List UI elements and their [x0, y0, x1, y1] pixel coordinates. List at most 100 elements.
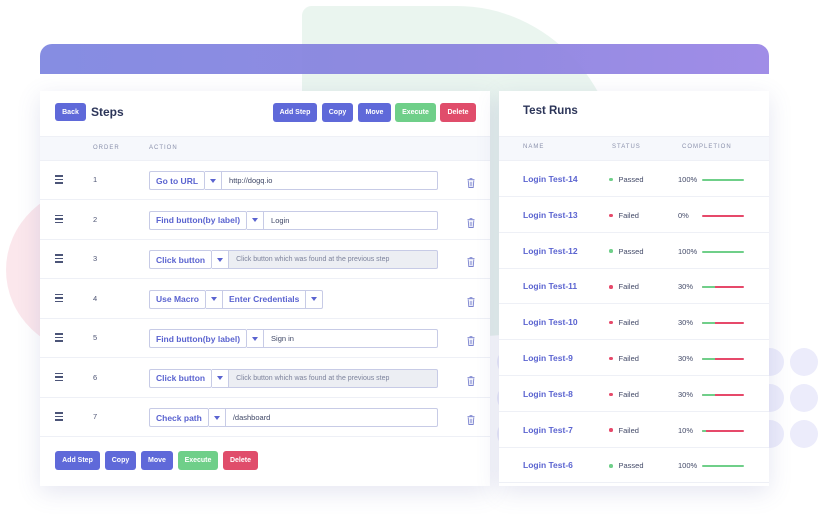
status-label: Passed — [618, 246, 644, 256]
step-order: 5 — [93, 333, 98, 342]
completion-percent: 30% — [678, 354, 694, 363]
run-name-link[interactable]: Login Test-13 — [523, 210, 578, 220]
trash-icon[interactable] — [467, 333, 475, 346]
step-value-input: Click button which was found at the prev… — [229, 250, 439, 269]
status-label: Failed — [618, 389, 639, 399]
completion-bar-fill — [702, 393, 715, 396]
caret-down-icon[interactable] — [206, 289, 223, 309]
completion-bar — [702, 429, 744, 432]
action-select[interactable]: Click button — [149, 368, 213, 388]
run-name-link[interactable]: Login Test-7 — [523, 425, 573, 435]
run-row: Login Test-8 Failed 30% — [499, 376, 769, 412]
caret-down-icon[interactable] — [247, 329, 265, 348]
caret-down-icon[interactable] — [247, 210, 265, 230]
run-status: Failed — [609, 354, 639, 363]
add-step-button[interactable]: Add Step — [273, 103, 317, 122]
action-select[interactable]: Click button — [149, 250, 213, 269]
completion-bar-fill — [702, 465, 744, 468]
caret-down-icon[interactable] — [208, 408, 226, 427]
drag-handle-icon[interactable] — [55, 214, 63, 224]
caret-down-icon[interactable] — [212, 250, 230, 269]
test-runs-panel: Test Runs NAME STATUS COMPLETION Login T… — [499, 91, 769, 486]
run-name-link[interactable]: Login Test-11 — [523, 281, 577, 291]
completion-bar — [702, 214, 744, 217]
status-label: Passed — [618, 175, 644, 184]
caret-down-icon[interactable] — [205, 171, 223, 190]
step-value-input[interactable]: Login — [264, 210, 439, 230]
trash-icon[interactable] — [467, 294, 475, 307]
run-status: Passed — [609, 461, 644, 470]
name-column-header: NAME — [523, 144, 545, 150]
step-row: 2 Find button(by label) Login — [40, 201, 490, 240]
step-value-input[interactable]: http://dogq.io — [222, 171, 439, 190]
step-value-input[interactable]: Sign in — [264, 329, 439, 348]
drag-handle-icon[interactable] — [55, 412, 63, 421]
action-select[interactable]: Find button(by label) — [149, 210, 248, 230]
run-name-link[interactable]: Login Test-14 — [523, 174, 578, 184]
caret-down-icon[interactable] — [306, 289, 324, 309]
step-action: Click button Click button which was found… — [149, 250, 439, 269]
add-step-button-bottom[interactable]: Add Step — [55, 451, 100, 470]
execute-button[interactable]: Execute — [395, 103, 436, 122]
copy-button[interactable]: Copy — [322, 103, 353, 122]
status-dot — [609, 428, 613, 432]
action-select[interactable]: Go to URL — [149, 171, 206, 190]
step-order: 7 — [93, 412, 98, 421]
order-column-header: ORDER — [93, 145, 120, 151]
run-name-link[interactable]: Login Test-6 — [523, 460, 573, 470]
run-name-link[interactable]: Login Test-8 — [523, 389, 573, 399]
completion-bar-fill — [702, 358, 715, 360]
status-label: Failed — [618, 318, 639, 328]
status-dot — [609, 213, 613, 218]
copy-button-bottom[interactable]: Copy — [105, 451, 136, 470]
step-row: 3 Click button Click button which was foun… — [40, 240, 490, 279]
drag-handle-icon[interactable] — [55, 293, 63, 303]
trash-icon[interactable] — [467, 215, 475, 228]
move-button[interactable]: Move — [358, 103, 391, 122]
action-select[interactable]: Use Macro — [149, 289, 206, 309]
run-status: Passed — [609, 247, 644, 256]
run-row: Login Test-7 Failed 10% — [499, 412, 769, 448]
trash-icon[interactable] — [467, 373, 475, 386]
status-dot — [609, 392, 613, 397]
status-label: Failed — [618, 282, 639, 292]
step-order: 3 — [93, 254, 98, 263]
trash-icon[interactable] — [467, 412, 475, 425]
drag-handle-icon[interactable] — [55, 372, 63, 382]
status-dot — [609, 320, 613, 325]
step-order: 2 — [93, 214, 98, 224]
trash-icon[interactable] — [467, 175, 475, 188]
delete-button[interactable]: Delete — [440, 103, 476, 122]
delete-button-bottom[interactable]: Delete — [223, 451, 258, 470]
test-runs-title: Test Runs — [523, 105, 578, 117]
caret-down-icon[interactable] — [212, 368, 230, 388]
run-name-link[interactable]: Login Test-12 — [523, 246, 578, 256]
run-row: Login Test-11 Failed 30% — [499, 268, 769, 305]
step-row: 1 Go to URL http://dogq.io — [40, 161, 490, 200]
completion-bar-fill — [702, 286, 715, 289]
macro-select[interactable]: Enter Credentials — [223, 289, 307, 309]
step-order: 6 — [93, 372, 98, 382]
completion-bar-fill — [702, 179, 744, 181]
run-name-link[interactable]: Login Test-10 — [523, 317, 578, 327]
drag-handle-icon[interactable] — [55, 333, 63, 342]
execute-button-bottom[interactable]: Execute — [178, 451, 218, 470]
drag-handle-icon[interactable] — [55, 254, 63, 263]
completion-bar — [702, 250, 744, 253]
step-value-input: Click button which was found at the prev… — [229, 368, 439, 388]
run-status: Failed — [609, 211, 639, 220]
trash-icon[interactable] — [467, 254, 475, 267]
run-name-link[interactable]: Login Test-9 — [523, 353, 573, 363]
decorative-dot — [790, 420, 818, 448]
status-dot — [609, 356, 613, 361]
action-select[interactable]: Find button(by label) — [149, 329, 248, 348]
step-value-input[interactable]: /dashboard — [225, 408, 438, 427]
completion-bar — [702, 393, 744, 396]
drag-handle-icon[interactable] — [55, 175, 63, 184]
step-row: 4 Use Macro Enter Credentials — [40, 280, 490, 319]
action-select[interactable]: Check path — [149, 408, 209, 427]
decorative-dot — [790, 384, 818, 412]
move-button-bottom[interactable]: Move — [141, 451, 173, 470]
back-button[interactable]: Back — [55, 103, 86, 121]
status-label: Passed — [618, 461, 644, 471]
